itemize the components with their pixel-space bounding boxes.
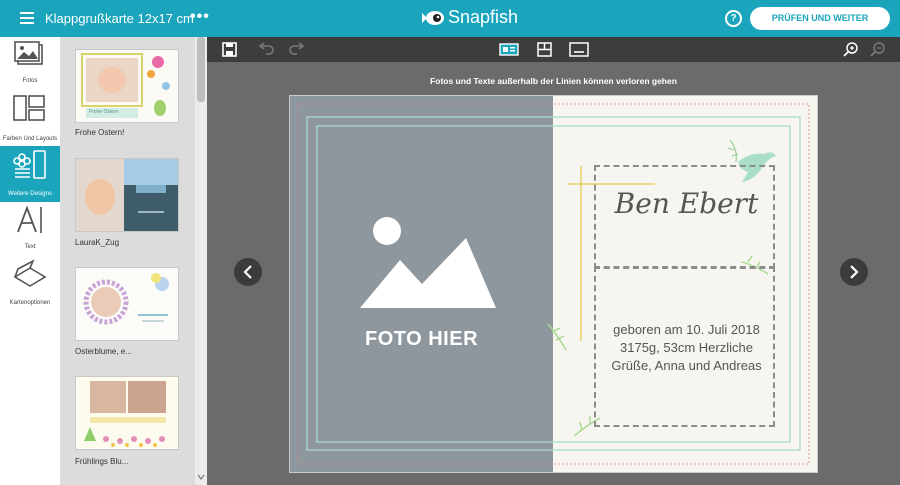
tool-rail: Fotos Farben Und Layouts Weitere Designs… (0, 37, 60, 485)
baby-name: Ben Ebert (614, 187, 759, 220)
fish-logo-icon (422, 10, 444, 25)
rail-label-layouts: Farben Und Layouts (2, 136, 58, 142)
design-preview-train (76, 159, 178, 231)
layout-single-icon[interactable] (499, 41, 519, 58)
more-options-button[interactable]: ••• (190, 8, 210, 26)
redo-icon[interactable] (289, 41, 306, 58)
layouts-icon (13, 95, 45, 121)
layout-grid-icon[interactable] (536, 41, 553, 58)
chevron-right-icon (850, 265, 859, 279)
birth-info-text: geboren am 10. Juli 2018 3175g, 53cm Her… (596, 321, 777, 375)
name-text-box[interactable]: Ben Ebert (594, 165, 775, 269)
layout-bottom-icon[interactable] (569, 41, 589, 58)
rail-item-designs[interactable]: Weitere Designs (0, 146, 60, 202)
design-label: LauraK_Zug (75, 238, 120, 247)
previous-page-button[interactable] (234, 258, 262, 286)
rail-item-photos[interactable]: Fotos (0, 37, 60, 90)
design-thumbnail[interactable] (75, 267, 179, 341)
info-line: Grüße, Anna und Andreas (611, 358, 762, 373)
rail-item-card-options[interactable]: Kartenoptionen (0, 256, 60, 312)
text-icon (17, 205, 42, 233)
rail-label-text: Text (24, 244, 36, 250)
info-line: geboren am 10. Juli 2018 (613, 322, 760, 337)
next-page-button[interactable] (840, 258, 868, 286)
chevron-left-icon (243, 265, 252, 279)
document-title[interactable]: Klappgrußkarte 12x17 cm (45, 11, 194, 26)
design-label: Frühlings Blu... (75, 457, 129, 466)
bleed-warning: Fotos und Texte außerhalb der Linien kön… (430, 76, 677, 86)
scroll-down-icon[interactable] (197, 473, 205, 481)
panel-scrollbar[interactable] (195, 37, 207, 485)
zoom-in-icon[interactable] (842, 41, 859, 58)
rail-label-designs: Weitere Designs (8, 191, 52, 197)
proceed-button[interactable]: PRÜFEN UND WEITER (750, 7, 890, 30)
brand-name: Snapfish (448, 7, 519, 27)
save-icon[interactable] (221, 41, 238, 58)
design-thumbnail[interactable] (75, 376, 179, 450)
design-label: Frohe Ostern! (75, 128, 125, 137)
design-thumbnail[interactable] (75, 158, 179, 232)
info-line: 3175g, 53cm Herzliche (620, 340, 753, 355)
design-thumbnail[interactable]: Frohe Ostern (75, 49, 179, 123)
zoom-out-icon[interactable] (869, 41, 886, 58)
design-preview-flower (76, 268, 178, 340)
menu-icon[interactable] (20, 12, 34, 24)
help-icon[interactable]: ? (725, 10, 742, 27)
panel-scroll-thumb[interactable] (197, 37, 205, 102)
info-text-box[interactable]: geboren am 10. Juli 2018 3175g, 53cm Her… (594, 266, 775, 427)
designs-icon (13, 150, 46, 179)
design-preview-spring (76, 377, 178, 449)
rail-label-photos: Fotos (22, 78, 38, 84)
snapfish-logo: Snapfish (420, 7, 518, 28)
undo-icon[interactable] (257, 41, 274, 58)
card-options-icon (13, 259, 47, 287)
top-bar: Klappgrußkarte 12x17 cm ••• Snapfish ? P… (0, 0, 900, 37)
thumbnail-caption: Frohe Ostern (89, 109, 119, 115)
editor-toolbar (207, 37, 900, 62)
rail-item-layouts[interactable]: Farben Und Layouts (0, 90, 60, 146)
photos-icon (14, 41, 43, 65)
rail-item-text[interactable]: Text (0, 202, 60, 256)
design-label: Osterblume, e... (75, 347, 132, 356)
designs-panel: Frohe Ostern Frohe Ostern! LauraK_Zug Os… (60, 37, 207, 485)
rail-label-card-options: Kartenoptionen (9, 300, 51, 306)
card-canvas: FOTO HIER Ben Ebert geboren am 10. Juli … (289, 95, 818, 473)
